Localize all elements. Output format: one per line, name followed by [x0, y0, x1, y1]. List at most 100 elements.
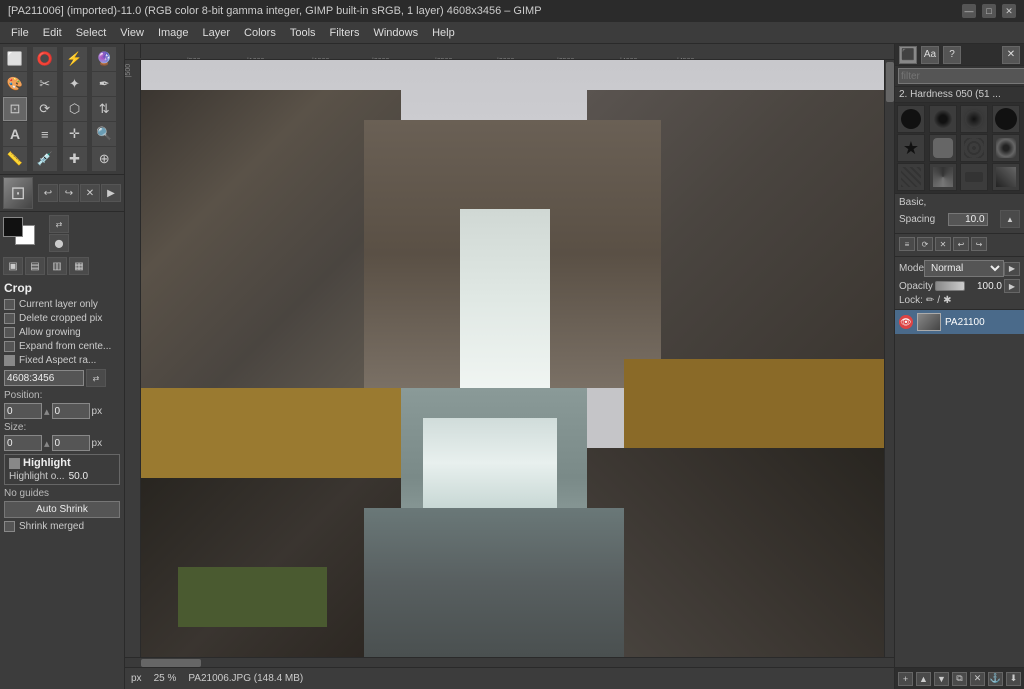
menu-help[interactable]: Help	[425, 25, 462, 41]
lock-icon-edit[interactable]: ✏	[926, 295, 934, 306]
layers-merge-btn[interactable]: ⬇	[1006, 672, 1021, 686]
close-button[interactable]: ✕	[1002, 4, 1016, 18]
aspect-value-input[interactable]: 4608:3456	[4, 370, 84, 386]
shrink-merged-checkbox[interactable]	[4, 521, 15, 532]
tool-align[interactable]: ≡	[33, 122, 57, 146]
brush-item-5[interactable]: ★	[897, 134, 925, 162]
tool-crop[interactable]: ⊡	[3, 97, 27, 121]
tool-paths[interactable]: ✒	[92, 72, 116, 96]
brush-item-9[interactable]	[897, 163, 925, 191]
undo-button[interactable]: ↩	[38, 184, 58, 202]
layer-visibility-toggle[interactable]: 👁	[899, 315, 913, 329]
auto-shrink-row[interactable]: Auto Shrink	[4, 501, 120, 518]
tool-zoom[interactable]: 🔍	[92, 122, 116, 146]
tool-clone[interactable]: ⊕	[92, 147, 116, 171]
dynamics-btn-4[interactable]: ↩	[953, 237, 969, 251]
layer-item-1[interactable]: 👁 PA21100	[895, 310, 1024, 334]
tool-perspective[interactable]: ⬡	[63, 97, 87, 121]
tool-measure[interactable]: 📏	[3, 147, 27, 171]
menu-view[interactable]: View	[113, 25, 151, 41]
tool-scissors[interactable]: ✂	[33, 72, 57, 96]
tool-text[interactable]: A	[3, 122, 27, 146]
menu-select[interactable]: Select	[69, 25, 114, 41]
highlight-checkbox[interactable]	[9, 458, 20, 469]
spacing-value-input[interactable]	[948, 213, 988, 226]
fill-pattern[interactable]: ▦	[69, 257, 89, 275]
tool-heal[interactable]: ✚	[63, 147, 87, 171]
brush-item-11[interactable]	[960, 163, 988, 191]
reset-colors-button[interactable]: ⬤	[49, 234, 69, 252]
tool-flip[interactable]: ⇅	[92, 97, 116, 121]
help-icon[interactable]: ?	[943, 46, 961, 64]
brush-presets-icon[interactable]: ⬛	[899, 46, 917, 64]
menu-edit[interactable]: Edit	[36, 25, 69, 41]
dynamics-btn-1[interactable]: ≡	[899, 237, 915, 251]
vertical-scrollbar[interactable]	[884, 60, 894, 657]
brush-item-10[interactable]	[929, 163, 957, 191]
size-w-input[interactable]	[4, 435, 42, 451]
tool-transform[interactable]: ⟳	[33, 97, 57, 121]
fixed-aspect-checkbox[interactable]	[4, 355, 15, 366]
foreground-color-swatch[interactable]	[3, 217, 23, 237]
current-layer-only-checkbox[interactable]	[4, 299, 15, 310]
horizontal-scroll-thumb[interactable]	[141, 659, 201, 667]
auto-shrink-button[interactable]: Auto Shrink	[4, 501, 120, 518]
menu-image[interactable]: Image	[151, 25, 196, 41]
option3-button[interactable]: ✕	[80, 184, 100, 202]
new-image-from-visible[interactable]: ▣	[3, 257, 23, 275]
menu-windows[interactable]: Windows	[366, 25, 425, 41]
tool-ellipse-select[interactable]: ⭕	[33, 47, 57, 71]
option4-button[interactable]: ▶	[101, 184, 121, 202]
delete-cropped-pix-checkbox[interactable]	[4, 313, 15, 324]
allow-growing-checkbox[interactable]	[4, 327, 15, 338]
fill-background[interactable]: ▥	[47, 257, 67, 275]
minimize-button[interactable]: —	[962, 4, 976, 18]
dynamics-btn-5[interactable]: ↪	[971, 237, 987, 251]
lock-icon-slash[interactable]: /	[937, 295, 940, 306]
layers-down-btn[interactable]: ▼	[934, 672, 949, 686]
layers-up-btn[interactable]: ▲	[916, 672, 931, 686]
menu-colors[interactable]: Colors	[237, 25, 283, 41]
brush-filter-input[interactable]	[898, 68, 1024, 84]
swap-colors-button[interactable]: ⇄	[49, 215, 69, 233]
mode-select[interactable]: Normal Multiply Screen Overlay	[924, 260, 1004, 277]
mode-expand-icon[interactable]: ▶	[1004, 262, 1020, 276]
opacity-slider[interactable]	[935, 281, 965, 291]
menu-file[interactable]: File	[4, 25, 36, 41]
canvas-image[interactable]	[141, 60, 884, 657]
tool-fuzzy-select[interactable]: 🔮	[92, 47, 116, 71]
horizontal-scrollbar[interactable]	[125, 657, 894, 667]
tool-free-select[interactable]: ⚡	[63, 47, 87, 71]
spacing-increment[interactable]: ▲	[1000, 210, 1020, 228]
redo-button[interactable]: ↪	[59, 184, 79, 202]
brush-item-2[interactable]	[929, 105, 957, 133]
tool-foreground-select[interactable]: ✦	[63, 72, 87, 96]
layers-dupe-btn[interactable]: ⧉	[952, 672, 967, 686]
menu-tools[interactable]: Tools	[283, 25, 323, 41]
fill-foreground[interactable]: ▤	[25, 257, 45, 275]
brush-item-7[interactable]	[960, 134, 988, 162]
menu-filters[interactable]: Filters	[323, 25, 367, 41]
position-y-input[interactable]	[52, 403, 90, 419]
aspect-swap-icon[interactable]: ⇄	[86, 369, 106, 387]
dynamics-btn-2[interactable]: ⟳	[917, 237, 933, 251]
canvas-viewport[interactable]	[141, 60, 884, 657]
tool-select-by-color[interactable]: 🎨	[3, 72, 27, 96]
brush-item-8[interactable]	[992, 134, 1020, 162]
brush-item-4[interactable]	[992, 105, 1020, 133]
brush-item-6[interactable]	[929, 134, 957, 162]
size-h-input[interactable]	[52, 435, 90, 451]
layers-del-btn[interactable]: ✕	[970, 672, 985, 686]
tool-move[interactable]: ✛	[63, 122, 87, 146]
vertical-scroll-thumb[interactable]	[886, 62, 894, 102]
brush-item-3[interactable]	[960, 105, 988, 133]
layers-new-btn[interactable]: +	[898, 672, 913, 686]
position-x-input[interactable]	[4, 403, 42, 419]
tool-rect-select[interactable]: ⬜	[3, 47, 27, 71]
lock-icon-star[interactable]: ✱	[943, 295, 951, 306]
maximize-button[interactable]: □	[982, 4, 996, 18]
brush-item-12[interactable]	[992, 163, 1020, 191]
panel-close-icon[interactable]: ✕	[1002, 46, 1020, 64]
text-tool-icon[interactable]: Aa	[921, 46, 939, 64]
expand-from-center-checkbox[interactable]	[4, 341, 15, 352]
